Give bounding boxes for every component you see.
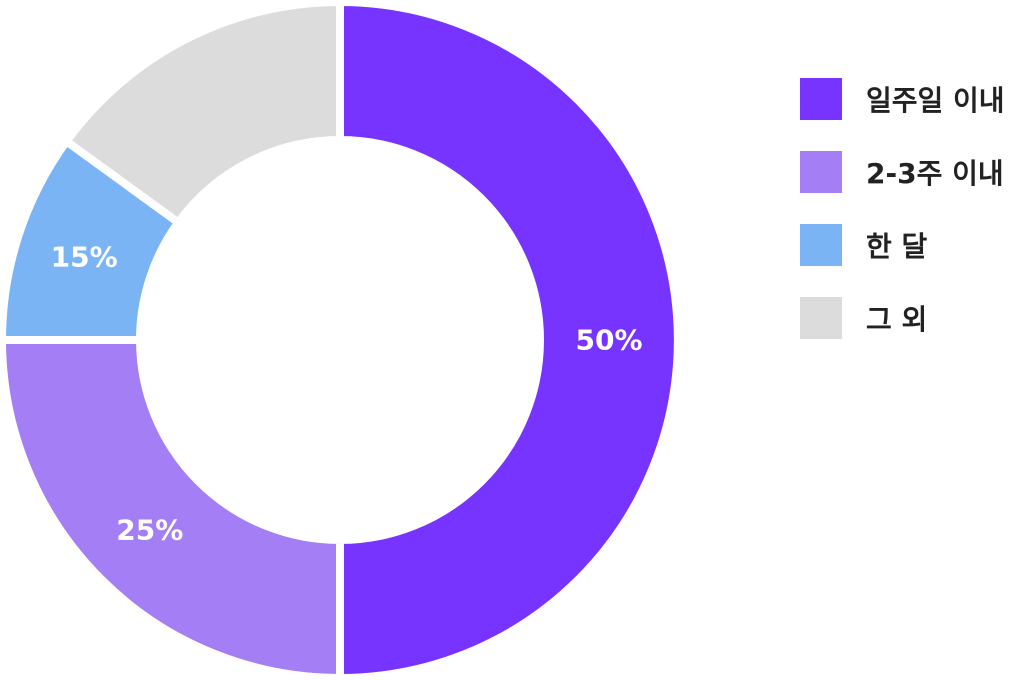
legend-item-3: 한 달 bbox=[800, 224, 1028, 266]
legend-label-3: 한 달 bbox=[866, 230, 928, 263]
legend-swatch-3 bbox=[800, 224, 842, 266]
slice-label-3: 15% bbox=[51, 240, 118, 273]
legend-label-1: 일주일 이내 bbox=[866, 84, 1005, 117]
legend-swatch-2 bbox=[800, 151, 842, 193]
legend-label-2: 2-3주 이내 bbox=[866, 157, 1004, 190]
chart-legend: 일주일 이내 2-3주 이내 한 달 그 외 bbox=[800, 78, 1028, 370]
legend-item-2: 2-3주 이내 bbox=[800, 151, 1028, 193]
slice-2 bbox=[0, 336, 344, 680]
donut-chart: 50% 25% 15% bbox=[0, 0, 700, 680]
legend-item-4: 그 외 bbox=[800, 297, 1028, 339]
slice-label-2: 25% bbox=[116, 514, 183, 547]
slice-label-1: 50% bbox=[575, 324, 642, 357]
legend-swatch-1 bbox=[800, 78, 842, 120]
legend-label-4: 그 외 bbox=[866, 303, 928, 336]
legend-item-1: 일주일 이내 bbox=[800, 78, 1028, 120]
legend-swatch-4 bbox=[800, 297, 842, 339]
donut-chart-svg: 50% 25% 15% bbox=[0, 0, 682, 680]
